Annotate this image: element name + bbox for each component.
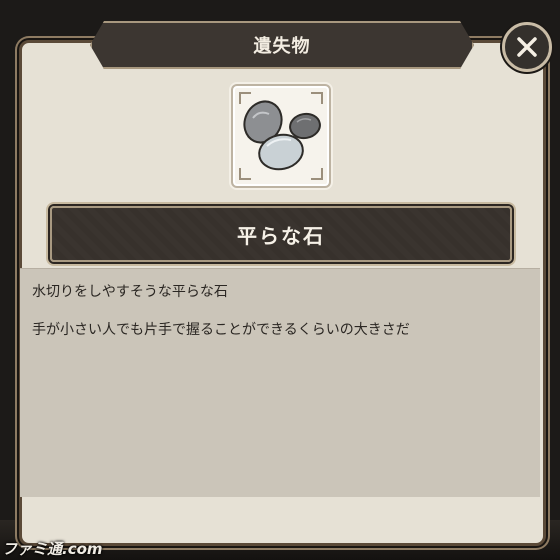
item-name: 平らな石 [237, 223, 325, 248]
watermark-logo: ファミ通.com [2, 540, 103, 558]
item-image-frame [233, 86, 329, 186]
close-button[interactable] [502, 22, 552, 72]
dialog-title: 遺失物 [253, 36, 311, 57]
dialog-title-bar: 遺失物 [90, 21, 474, 69]
flat-stones-icon [243, 100, 321, 171]
description-line: 手が小さい人でも片手で握ることができるくらいの大きさだ [32, 322, 410, 338]
item-description-box: 水切りをしやすそうな平らな石 手が小さい人でも片手で握ることができるくらいの大き… [20, 268, 540, 497]
close-icon [517, 37, 537, 57]
item-name-bar: 平らな石 [50, 206, 512, 262]
description-line: 水切りをしやすそうな平らな石 [32, 284, 228, 300]
